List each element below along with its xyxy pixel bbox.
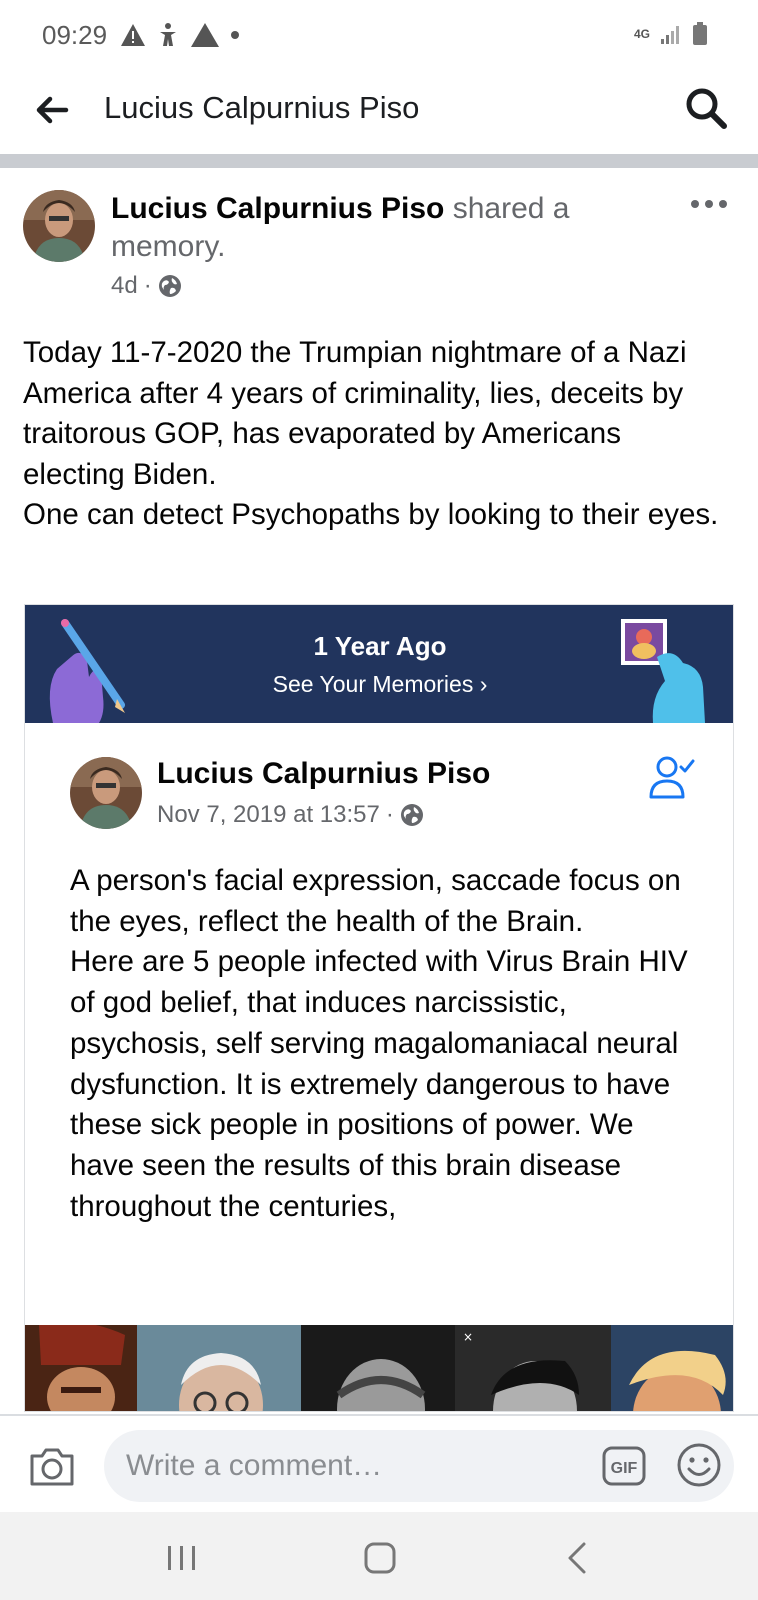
author-avatar[interactable] (23, 190, 95, 262)
memory-meta: Nov 7, 2019 at 13:57 · (157, 801, 424, 829)
close-icon: × (463, 1330, 473, 1344)
network-icon: 4G (633, 27, 650, 41)
status-time: 09:29 (42, 20, 108, 50)
battery-icon (693, 22, 707, 45)
search-icon[interactable] (682, 84, 730, 132)
warning-icon (121, 24, 145, 46)
more-options-icon[interactable] (690, 196, 728, 212)
memories-banner[interactable]: 1 Year Ago See Your Memories › (25, 605, 733, 723)
back-nav-icon[interactable] (558, 1538, 598, 1578)
status-bar: 09:29 4G (0, 0, 758, 72)
globe-icon (158, 275, 181, 297)
friends-icon[interactable] (647, 755, 695, 799)
post-header: Lucius Calpurnius Piso shared a memory. (111, 190, 671, 266)
post-time[interactable]: 4d (111, 272, 138, 300)
globe-icon (400, 804, 423, 826)
memory-card: 1 Year Ago See Your Memories › Lucius Ca… (24, 604, 734, 1412)
status-system-icons: 4G (634, 22, 708, 46)
gif-label: GIF (611, 1460, 638, 1477)
accessibility-icon (160, 23, 176, 46)
post-meta: 4d · (111, 272, 182, 300)
meta-separator: · (385, 801, 394, 828)
camera-icon[interactable] (28, 1444, 76, 1488)
recent-apps-icon[interactable] (162, 1538, 202, 1578)
memory-author-avatar[interactable] (70, 757, 142, 829)
dot-icon (231, 31, 239, 39)
app-bar: Lucius Calpurnius Piso (0, 72, 758, 154)
memory-photo[interactable] (137, 1325, 301, 1411)
home-icon[interactable] (360, 1538, 400, 1578)
memory-photo[interactable] (301, 1325, 455, 1411)
post-text: Today 11-7-2020 the Trumpian nightmare o… (23, 336, 719, 531)
memory-text: A person's facial expression, saccade fo… (70, 864, 688, 1223)
memory-photo[interactable] (611, 1325, 733, 1411)
system-nav-bar (0, 1512, 758, 1600)
memory-photo-strip[interactable]: × (25, 1325, 733, 1411)
meta-separator: · (143, 272, 152, 299)
status-notification-icons (120, 22, 240, 48)
page-title: Lucius Calpurnius Piso (104, 90, 420, 125)
memory-date[interactable]: Nov 7, 2019 at 13:57 (157, 801, 380, 829)
comment-bar: GIF (0, 1414, 758, 1512)
author-name[interactable]: Lucius Calpurnius Piso (111, 192, 444, 225)
memory-photo[interactable] (25, 1325, 137, 1411)
signal-icon (661, 26, 679, 44)
memory-author-name[interactable]: Lucius Calpurnius Piso (157, 757, 490, 791)
photo-hand-illustration (621, 619, 705, 723)
section-divider (0, 154, 758, 168)
gif-icon[interactable]: GIF (602, 1446, 646, 1486)
memory-photo[interactable]: × (455, 1325, 611, 1411)
alert-triangle-icon (191, 23, 219, 47)
back-arrow-icon[interactable] (30, 88, 74, 132)
emoji-icon[interactable] (676, 1442, 722, 1488)
